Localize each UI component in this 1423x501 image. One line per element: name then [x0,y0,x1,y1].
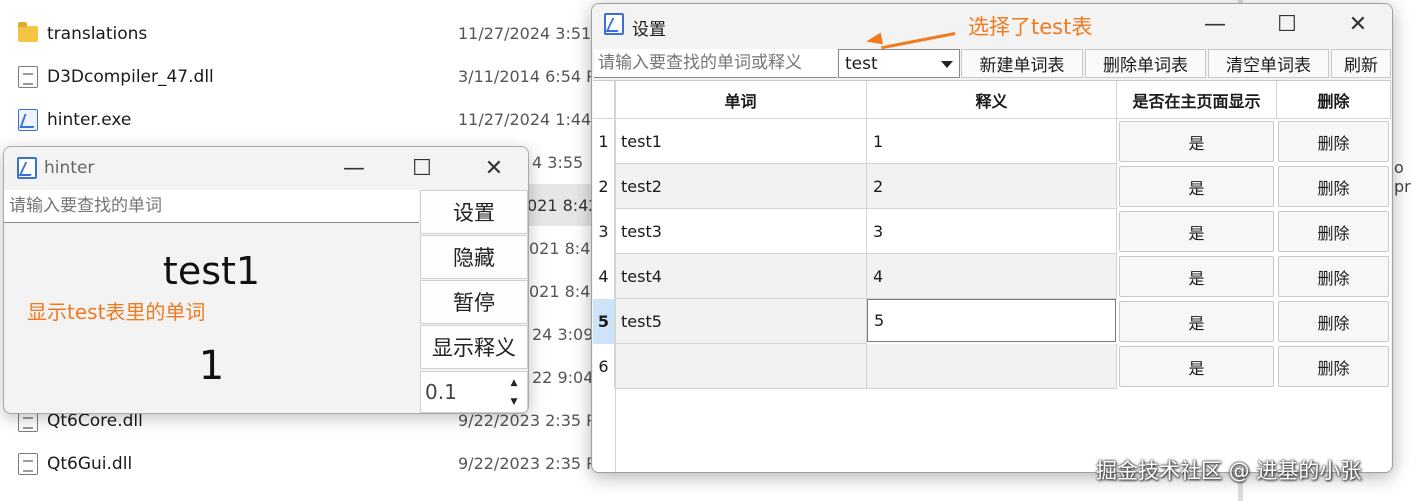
delete-row-button[interactable]: 删除 [1278,211,1389,252]
pause-button[interactable]: 暂停 [420,280,528,324]
file-row-qt6gui[interactable]: Qt6Gui.dll 9/22/2023 2:35 P [0,442,600,484]
hinter-annotation: 显示test表里的单词 [27,300,206,324]
file-name: translations [47,24,148,44]
word-cell[interactable] [615,344,867,389]
word-or-definition-search-input[interactable] [594,49,837,78]
file-row-d3dcompiler[interactable]: D3Dcompiler_47.dll 3/11/2014 6:54 P [0,55,600,97]
explorer-right-fragment: o pr [1394,158,1411,196]
row-number[interactable]: 3 [593,209,615,254]
file-date: 9/22/2023 2:35 P [458,454,596,473]
clear-table-button[interactable]: 清空单词表 [1208,49,1329,78]
file-date: 11/27/2024 1:44 [458,110,592,129]
row-number[interactable]: 6 [593,344,615,389]
file-row-selected[interactable]: 021 8:42 [527,184,599,226]
row-header-divider [615,81,616,472]
column-header-show[interactable]: 是否在主页面显示 [1117,81,1277,119]
word-cell[interactable]: test4 [615,254,867,299]
show-definition-button[interactable]: 显示释义 [420,325,528,369]
settings-window: 设置 — ☐ ✕ test 新建单词表 删除单词表 清空单词表 刷新 单词 释义… [591,3,1393,473]
hinter-titlebar[interactable]: hinter — ☐ ✕ [4,147,528,189]
minimize-icon[interactable]: — [332,148,376,188]
word-cell[interactable]: test5 [615,299,867,344]
definition-cell[interactable]: 4 [867,254,1117,299]
file-name: Qt6Core.dll [47,411,143,431]
new-table-button[interactable]: 新建单词表 [961,49,1083,78]
row-number[interactable]: 1 [593,119,615,164]
definition-cell[interactable]: 2 [867,164,1117,209]
dll-file-icon [18,66,38,88]
chevron-down-icon [941,61,953,68]
row-number[interactable]: 2 [593,164,615,209]
close-icon[interactable]: ✕ [472,148,516,188]
close-icon[interactable]: ✕ [1336,4,1380,44]
folder-icon [18,22,38,42]
row-number-selected[interactable]: 5 [593,299,615,344]
word-cell[interactable]: test1 [615,119,867,164]
definition-cell-editing[interactable]: 5 [867,299,1116,342]
file-date: 021 8:42 [527,196,599,215]
show-on-main-button[interactable]: 是 [1119,301,1274,342]
maximize-icon[interactable]: ☐ [400,148,444,188]
app-icon [604,13,624,35]
interval-value: 0.1 [425,380,457,404]
spin-down-icon[interactable]: ▼ [503,392,525,411]
settings-button[interactable]: 设置 [420,190,528,234]
app-icon [17,157,37,179]
delete-row-button[interactable]: 删除 [1278,256,1389,297]
definition-cell[interactable]: 3 [867,209,1117,254]
delete-row-button[interactable]: 删除 [1278,346,1389,387]
definition-cell[interactable] [867,344,1117,389]
word-cell[interactable]: test3 [615,209,867,254]
current-word: test1 [162,249,261,293]
refresh-button[interactable]: 刷新 [1331,49,1391,78]
column-header-word[interactable]: 单词 [615,81,867,119]
file-date: 3/11/2014 6:54 P [458,67,596,86]
file-date: 22 9:04 [532,368,594,387]
delete-row-button[interactable]: 删除 [1278,301,1389,342]
minimize-icon[interactable]: — [1193,4,1237,44]
file-row-translations[interactable]: translations 11/27/2024 3:51 [0,12,600,54]
column-header-delete[interactable]: 删除 [1277,81,1391,119]
interval-spinbox[interactable]: 0.1 ▲ ▼ [420,371,528,413]
word-cell[interactable]: test2 [615,164,867,209]
dll-file-icon [18,453,38,475]
file-date: 021 8:43 [529,239,601,258]
show-on-main-button[interactable]: 是 [1119,121,1274,162]
file-name: D3Dcompiler_47.dll [47,67,214,87]
show-on-main-button[interactable]: 是 [1119,211,1274,252]
selected-table: test [845,54,878,74]
spin-up-icon[interactable]: ▲ [503,373,525,392]
definition-cell[interactable]: 1 [867,119,1117,164]
file-date: 11/27/2024 3:51 [458,24,592,43]
show-on-main-button[interactable]: 是 [1119,166,1274,207]
show-on-main-button[interactable]: 是 [1119,256,1274,297]
file-name: Qt6Gui.dll [47,454,133,474]
word-search-input[interactable] [4,190,419,223]
file-row-hinter-exe[interactable]: hinter.exe 11/27/2024 1:44 [0,98,600,140]
hinter-window: hinter — ☐ ✕ 设置 隐藏 暂停 显示释义 test1 显示test表… [3,146,529,414]
current-definition: 1 [198,343,225,389]
window-title: 设置 [632,20,666,40]
table-corner [593,81,615,119]
file-date: 021 8:43 [529,282,601,301]
show-on-main-button[interactable]: 是 [1119,346,1274,387]
exe-file-icon [18,109,38,131]
watermark: 掘金技术社区 @ 进基的小张 [1096,459,1362,483]
maximize-icon[interactable]: ☐ [1265,4,1309,44]
column-header-definition[interactable]: 释义 [867,81,1117,119]
file-date: 4 3:55 [532,153,584,172]
row-number[interactable]: 4 [593,254,615,299]
delete-row-button[interactable]: 删除 [1278,166,1389,207]
delete-row-button[interactable]: 删除 [1278,121,1389,162]
delete-table-button[interactable]: 删除单词表 [1085,49,1206,78]
hide-button[interactable]: 隐藏 [420,235,528,279]
word-table: 单词 释义 是否在主页面显示 删除 1 test1 1 是 删除 2 test2… [593,80,1391,472]
file-name: hinter.exe [47,110,132,130]
file-date: 24 3:09 [532,325,594,344]
word-table-select[interactable]: test [838,49,960,78]
window-title: hinter [44,158,95,178]
settings-annotation: 选择了test表 [968,15,1093,39]
